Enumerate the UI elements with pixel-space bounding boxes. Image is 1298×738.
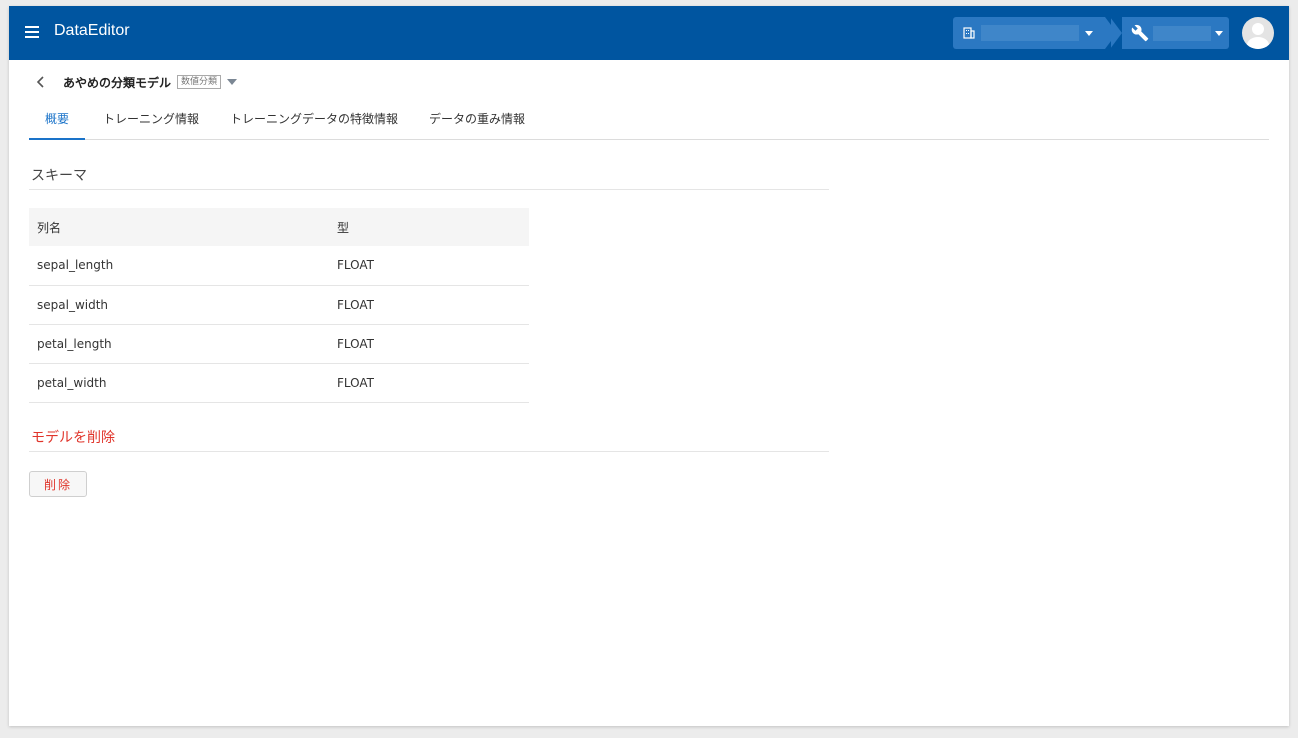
model-dropdown-icon[interactable] — [227, 79, 238, 85]
chevron-down-icon — [1085, 31, 1093, 36]
cell-column-type: FLOAT — [329, 246, 529, 286]
organization-selector[interactable] — [953, 17, 1117, 49]
building-icon — [963, 27, 975, 39]
tool-value — [1153, 26, 1211, 41]
wrench-icon — [1131, 24, 1149, 42]
cell-column-type: FLOAT — [329, 324, 529, 364]
schema-table: 列名 型 sepal_length FLOAT sepal_width FLOA… — [29, 208, 529, 403]
tab-overview[interactable]: 概要 — [29, 104, 85, 140]
cell-column-type: FLOAT — [329, 363, 529, 403]
organization-value — [981, 25, 1079, 41]
app-title: DataEditor — [54, 22, 130, 39]
tab-bar: 概要 トレーニング情報 トレーニングデータの特徴情報 データの重み情報 — [29, 104, 1269, 140]
table-row: petal_length FLOAT — [29, 324, 529, 364]
delete-section-title: モデルを削除 — [29, 428, 829, 452]
tab-training-data-features[interactable]: トレーニングデータの特徴情報 — [229, 104, 399, 140]
cell-column-name: sepal_width — [29, 285, 329, 325]
model-type-badge: 数値分類 — [177, 75, 222, 89]
tab-training-info[interactable]: トレーニング情報 — [101, 104, 201, 140]
cell-column-name: petal_width — [29, 363, 329, 403]
table-row: sepal_length FLOAT — [29, 246, 529, 286]
column-header-name: 列名 — [29, 208, 329, 246]
breadcrumb: あやめの分類モデル 数値分類 — [33, 72, 238, 92]
table-header-row: 列名 型 — [29, 208, 529, 246]
table-row: sepal_width FLOAT — [29, 285, 529, 325]
column-header-type: 型 — [329, 208, 529, 246]
chevron-left-icon[interactable] — [33, 74, 49, 90]
tool-selector[interactable] — [1110, 17, 1229, 49]
app-header: DataEditor — [9, 6, 1289, 60]
hamburger-menu-icon[interactable] — [25, 26, 39, 38]
app-window: DataEditor あやめの分類モデル 数値分類 概要 トレーニング情報 トレ… — [9, 6, 1289, 726]
model-name: あやめの分類モデル — [63, 75, 172, 90]
schema-section-title: スキーマ — [29, 166, 829, 190]
cell-column-type: FLOAT — [329, 285, 529, 325]
user-icon — [1247, 23, 1269, 49]
chevron-down-icon — [1215, 31, 1223, 36]
tab-data-weights[interactable]: データの重み情報 — [427, 104, 527, 140]
cell-column-name: sepal_length — [29, 246, 329, 286]
delete-model-button[interactable]: 削除 — [29, 471, 87, 497]
table-row: petal_width FLOAT — [29, 363, 529, 403]
user-avatar[interactable] — [1242, 17, 1274, 49]
cell-column-name: petal_length — [29, 324, 329, 364]
